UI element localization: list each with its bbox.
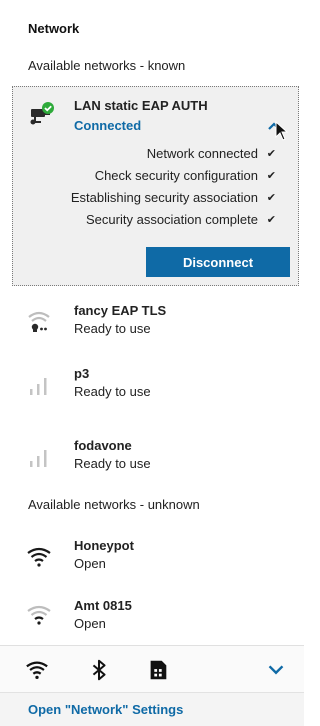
network-status: Open	[74, 556, 106, 571]
network-name: p3	[74, 366, 90, 381]
sim-card-icon[interactable]	[146, 658, 170, 682]
mouse-cursor-icon	[275, 121, 289, 141]
network-row[interactable]: p3 Ready to use	[0, 355, 304, 415]
settings-footer: Open "Network" Settings	[0, 692, 304, 726]
wifi-secured-icon	[28, 311, 50, 332]
check-icon: ✔	[266, 213, 276, 226]
section-known-label: Available networks - known	[28, 58, 186, 73]
network-status: Ready to use	[74, 384, 151, 399]
expanded-network-status: Connected	[74, 118, 142, 133]
expanded-network-name: LAN static EAP AUTH	[74, 98, 208, 113]
network-row[interactable]: Amt 0815 Open	[0, 587, 304, 647]
check-icon: ✔	[266, 191, 276, 204]
quick-toggle-bar	[0, 645, 304, 692]
network-name: fancy EAP TLS	[74, 303, 167, 318]
wifi-toggle-icon[interactable]	[25, 658, 49, 682]
step-row: Security association complete ✔	[71, 208, 276, 230]
step-label: Check security configuration	[94, 167, 258, 183]
step-row: Establishing security association ✔	[71, 186, 276, 208]
panel-title: Network	[28, 21, 80, 36]
bluetooth-icon[interactable]	[87, 658, 111, 682]
open-network-settings-link[interactable]: Open "Network" Settings	[28, 702, 183, 717]
step-row: Check security configuration ✔	[71, 164, 276, 186]
network-name: fodavone	[74, 438, 132, 453]
network-status: Ready to use	[74, 321, 151, 336]
check-icon: ✔	[266, 147, 276, 160]
network-name: Amt 0815	[74, 598, 132, 613]
wired-lan-connected-icon	[30, 102, 54, 125]
network-row[interactable]: fancy EAP TLS Ready to use	[0, 292, 304, 352]
expanded-network-card[interactable]: LAN static EAP AUTH Connected Network co…	[12, 86, 299, 286]
check-icon: ✔	[266, 169, 276, 182]
expand-chevron-icon[interactable]	[264, 658, 288, 682]
wifi-icon	[27, 547, 51, 567]
network-status: Open	[74, 616, 106, 631]
step-row: Network connected ✔	[71, 142, 276, 164]
network-row[interactable]: fodavone Ready to use	[0, 427, 304, 487]
step-label: Establishing security association	[70, 189, 258, 205]
network-row[interactable]: Honeypot Open	[0, 527, 304, 587]
step-label: Security association complete	[86, 211, 258, 227]
network-status: Ready to use	[74, 456, 151, 471]
section-unknown-label: Available networks - unknown	[28, 497, 200, 512]
cellular-signal-icon	[30, 378, 47, 395]
cellular-signal-icon	[30, 450, 47, 467]
disconnect-button[interactable]: Disconnect	[146, 247, 290, 277]
step-label: Network connected	[146, 145, 258, 161]
network-name: Honeypot	[74, 538, 134, 553]
wifi-weak-icon	[27, 605, 51, 625]
connection-steps: Network connected ✔ Check security confi…	[71, 142, 276, 230]
